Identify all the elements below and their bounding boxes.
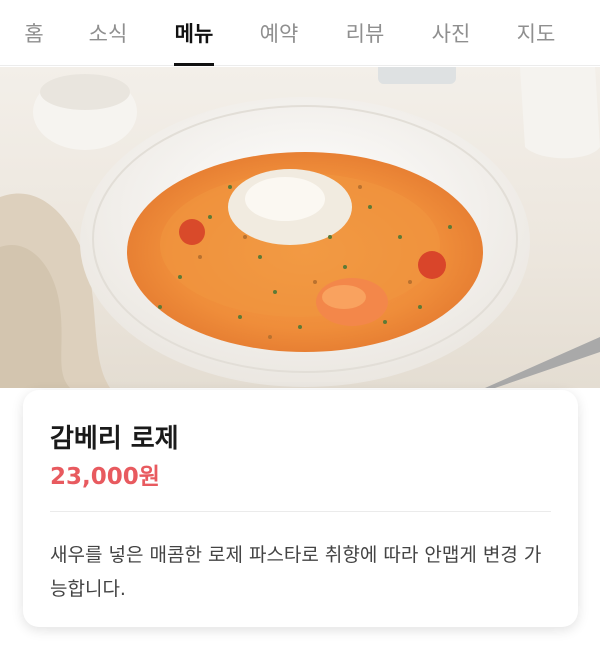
- tab-menu[interactable]: 메뉴: [154, 0, 234, 66]
- tab-review[interactable]: 리뷰: [325, 0, 405, 66]
- menu-item-name: 감베리 로제: [50, 424, 179, 454]
- tab-photo[interactable]: 사진: [411, 0, 491, 66]
- menu-photo: [0, 67, 600, 388]
- tab-home-label: 홈: [24, 22, 44, 46]
- tab-reservation[interactable]: 예약: [239, 0, 319, 66]
- tab-news[interactable]: 소식: [68, 0, 148, 66]
- card-divider: [50, 511, 551, 512]
- tab-map-label: 지도: [516, 22, 556, 46]
- tab-map[interactable]: 지도: [496, 0, 576, 66]
- menu-item-description: 새우를 넣은 매콤한 로제 파스타로 취향에 따라 안맵게 변경 가능합니다.: [50, 544, 542, 600]
- tab-reservation-label: 예약: [259, 22, 299, 46]
- tab-review-label: 리뷰: [345, 22, 385, 46]
- active-tab-indicator: [174, 63, 214, 66]
- menu-item-price: 23,000원: [50, 464, 160, 490]
- tab-photo-label: 사진: [431, 22, 471, 46]
- tab-home[interactable]: 홈: [0, 0, 74, 66]
- tab-bar: 홈 소식 메뉴 예약 리뷰 사진 지도: [0, 0, 600, 66]
- pasta-illustration: [0, 67, 600, 388]
- tab-menu-label: 메뉴: [174, 22, 214, 46]
- menu-item-card: 감베리 로제 23,000원 새우를 넣은 매콤한 로제 파스타로 취향에 따라…: [23, 390, 578, 627]
- tab-news-label: 소식: [88, 22, 128, 46]
